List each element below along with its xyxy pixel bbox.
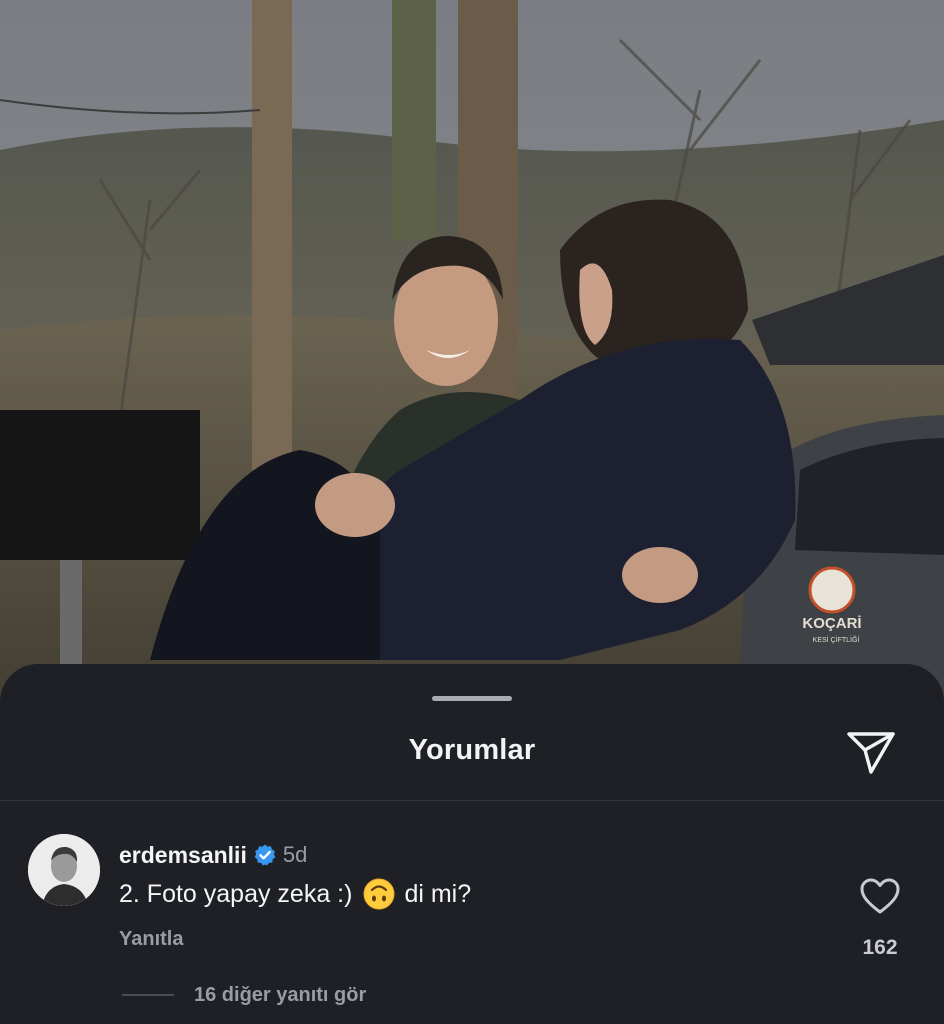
sheet-title: Yorumlar xyxy=(408,734,536,766)
upside-down-face-emoji-icon xyxy=(363,878,395,910)
comment-text-part-2: di mi? xyxy=(404,879,472,908)
comments-screen: KOÇARİ KESİ ÇİFTLİĞİ Yorumlar erdemsanli… xyxy=(0,0,944,1024)
heart-icon[interactable] xyxy=(858,876,902,916)
view-replies-label: 16 diğer yanıtı gör xyxy=(194,983,367,1006)
comment-text: 2. Foto yapay zeka :) di mi? xyxy=(119,878,471,910)
view-replies-button[interactable]: 16 diğer yanıtı gör xyxy=(122,982,366,1008)
verified-badge-icon xyxy=(254,844,276,866)
avatar[interactable] xyxy=(28,834,100,906)
paper-plane-icon xyxy=(847,732,895,774)
comment-text-part-1: 2. Foto yapay zeka :) xyxy=(119,879,353,908)
comment-username[interactable]: erdemsanlii xyxy=(119,842,247,869)
replies-divider-line xyxy=(122,994,174,996)
photo-logo-text: KOÇARİ xyxy=(802,615,861,632)
comment-header: erdemsanlii 5d xyxy=(119,840,307,870)
avatar-photo xyxy=(28,834,100,906)
share-button[interactable] xyxy=(842,724,900,780)
sheet-divider xyxy=(0,800,944,801)
like-count: 162 xyxy=(862,936,898,959)
post-photo: KOÇARİ KESİ ÇİFTLİĞİ xyxy=(0,0,944,700)
comments-sheet: Yorumlar erdemsanlii 5d 2. Foto yapay ze… xyxy=(0,664,944,1024)
photo-logo-subtext: KESİ ÇİFTLİĞİ xyxy=(813,635,860,644)
reply-button[interactable]: Yanıtla xyxy=(119,928,183,951)
comment-time: 5d xyxy=(282,842,308,867)
sheet-grabber[interactable] xyxy=(432,696,512,701)
